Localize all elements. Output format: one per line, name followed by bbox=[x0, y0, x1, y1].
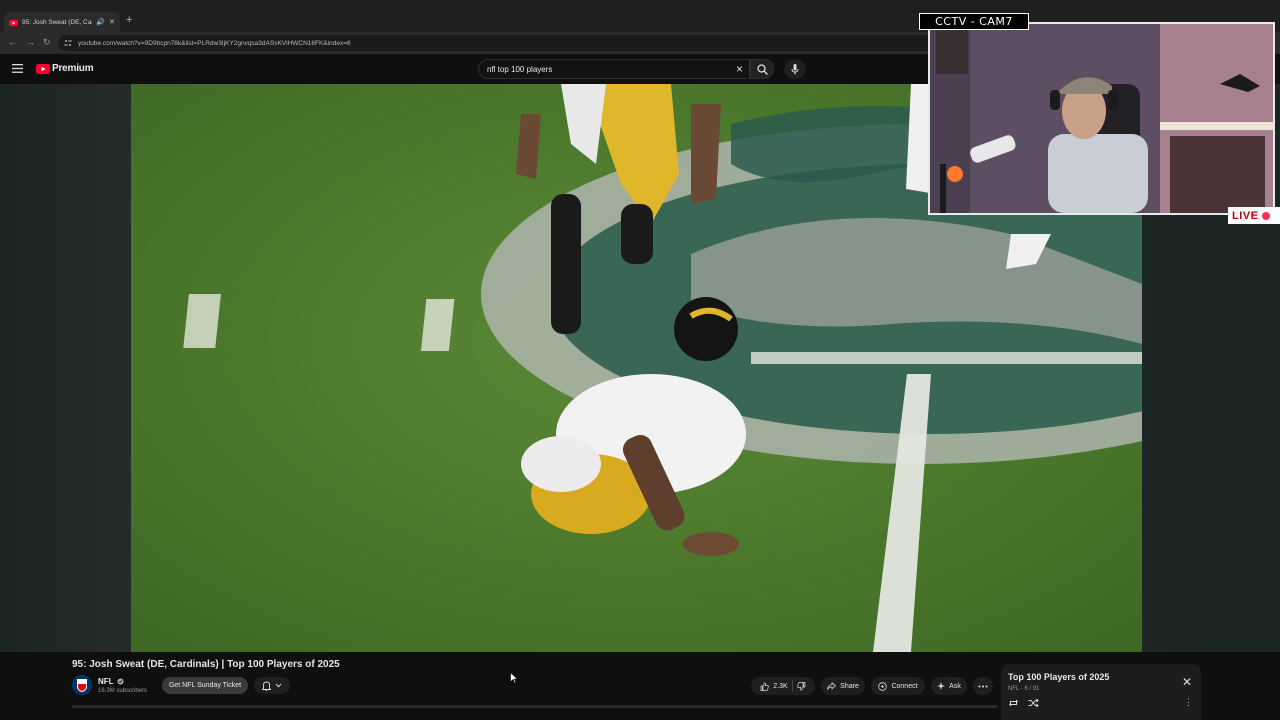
like-divider bbox=[791, 680, 793, 692]
clear-search-icon[interactable]: × bbox=[736, 62, 743, 76]
youtube-logo-icon bbox=[36, 63, 50, 74]
search-query-text: nfl top 100 players bbox=[487, 64, 553, 74]
mouse-cursor-icon bbox=[510, 672, 518, 684]
search-button[interactable] bbox=[750, 59, 774, 79]
dislike-icon[interactable] bbox=[796, 681, 806, 691]
connect-icon bbox=[878, 681, 888, 691]
like-dislike-group: 2.3K bbox=[751, 677, 815, 695]
tab-title: 95: Josh Sweat (DE, Cardinals) bbox=[22, 18, 92, 26]
youtube-premium-logo[interactable]: Premium bbox=[36, 63, 94, 74]
url-text: youtube.com/watch?v=9D9bcpn78k&list=PLRd… bbox=[78, 39, 351, 47]
ask-button[interactable]: Ask bbox=[931, 677, 967, 695]
close-playlist-icon[interactable]: ✕ bbox=[1182, 675, 1192, 689]
verified-check-icon bbox=[117, 678, 124, 685]
subscriber-count: 16.3M subscribers bbox=[98, 688, 148, 694]
sparkle-icon bbox=[937, 682, 946, 690]
connect-label: Connect bbox=[891, 682, 918, 690]
new-tab-icon[interactable]: + bbox=[126, 14, 132, 26]
search-input[interactable]: nfl top 100 players × bbox=[478, 59, 750, 79]
loop-icon[interactable] bbox=[1008, 698, 1019, 708]
bell-icon bbox=[262, 681, 271, 691]
notification-bell-button[interactable] bbox=[254, 677, 290, 694]
video-title: 95: Josh Sweat (DE, Cardinals) | Top 100… bbox=[72, 659, 340, 670]
more-actions-button[interactable] bbox=[973, 677, 993, 695]
browser-tab[interactable]: 95: Josh Sweat (DE, Cardinals) 🔊 ✕ bbox=[4, 12, 120, 32]
voice-search-button[interactable] bbox=[784, 59, 806, 79]
channel-name[interactable]: NFL bbox=[98, 677, 124, 686]
nfl-shield-icon bbox=[72, 675, 92, 695]
site-info-icon[interactable] bbox=[64, 39, 72, 47]
like-icon[interactable] bbox=[760, 681, 770, 691]
connect-button[interactable]: Connect bbox=[871, 677, 925, 695]
ask-label: Ask bbox=[949, 682, 961, 690]
microphone-icon bbox=[791, 63, 799, 74]
sunday-ticket-button[interactable]: Get NFL Sunday Ticket bbox=[162, 677, 248, 694]
search-icon bbox=[756, 63, 768, 75]
forward-icon[interactable]: → bbox=[26, 37, 35, 47]
playlist-title[interactable]: Top 100 Players of 2025 bbox=[1008, 672, 1109, 682]
reload-icon[interactable]: ↻ bbox=[43, 37, 51, 48]
channel-avatar[interactable] bbox=[72, 675, 92, 695]
like-count[interactable]: 2.3K bbox=[773, 683, 787, 690]
share-button[interactable]: Share bbox=[821, 677, 865, 695]
youtube-favicon-icon bbox=[9, 19, 18, 26]
live-dot-icon bbox=[1262, 211, 1271, 220]
playlist-position: NFL - 6 / 91 bbox=[1008, 686, 1040, 692]
share-icon bbox=[827, 682, 837, 690]
webcam-feed bbox=[930, 24, 1273, 213]
live-badge: LIVE bbox=[1228, 207, 1280, 224]
more-horizontal-icon bbox=[978, 685, 988, 687]
description-divider bbox=[72, 705, 997, 708]
share-label: Share bbox=[840, 682, 859, 690]
camera-label: CCTV - CAM7 bbox=[919, 13, 1029, 30]
back-icon[interactable]: ← bbox=[8, 37, 17, 47]
playlist-more-icon[interactable]: ⋮ bbox=[1184, 697, 1193, 708]
tab-audio-icon[interactable]: 🔊 bbox=[96, 18, 105, 26]
live-label: LIVE bbox=[1232, 209, 1259, 222]
chevron-down-icon bbox=[275, 683, 282, 688]
shuffle-icon[interactable] bbox=[1028, 698, 1039, 708]
brand-label: Premium bbox=[52, 63, 94, 74]
webcam-overlay bbox=[928, 22, 1275, 215]
hamburger-menu-icon[interactable] bbox=[12, 64, 23, 73]
channel-name-text: NFL bbox=[98, 677, 114, 686]
tab-close-icon[interactable]: ✕ bbox=[109, 18, 115, 26]
url-field[interactable]: youtube.com/watch?v=9D9bcpn78k&list=PLRd… bbox=[58, 35, 1058, 51]
